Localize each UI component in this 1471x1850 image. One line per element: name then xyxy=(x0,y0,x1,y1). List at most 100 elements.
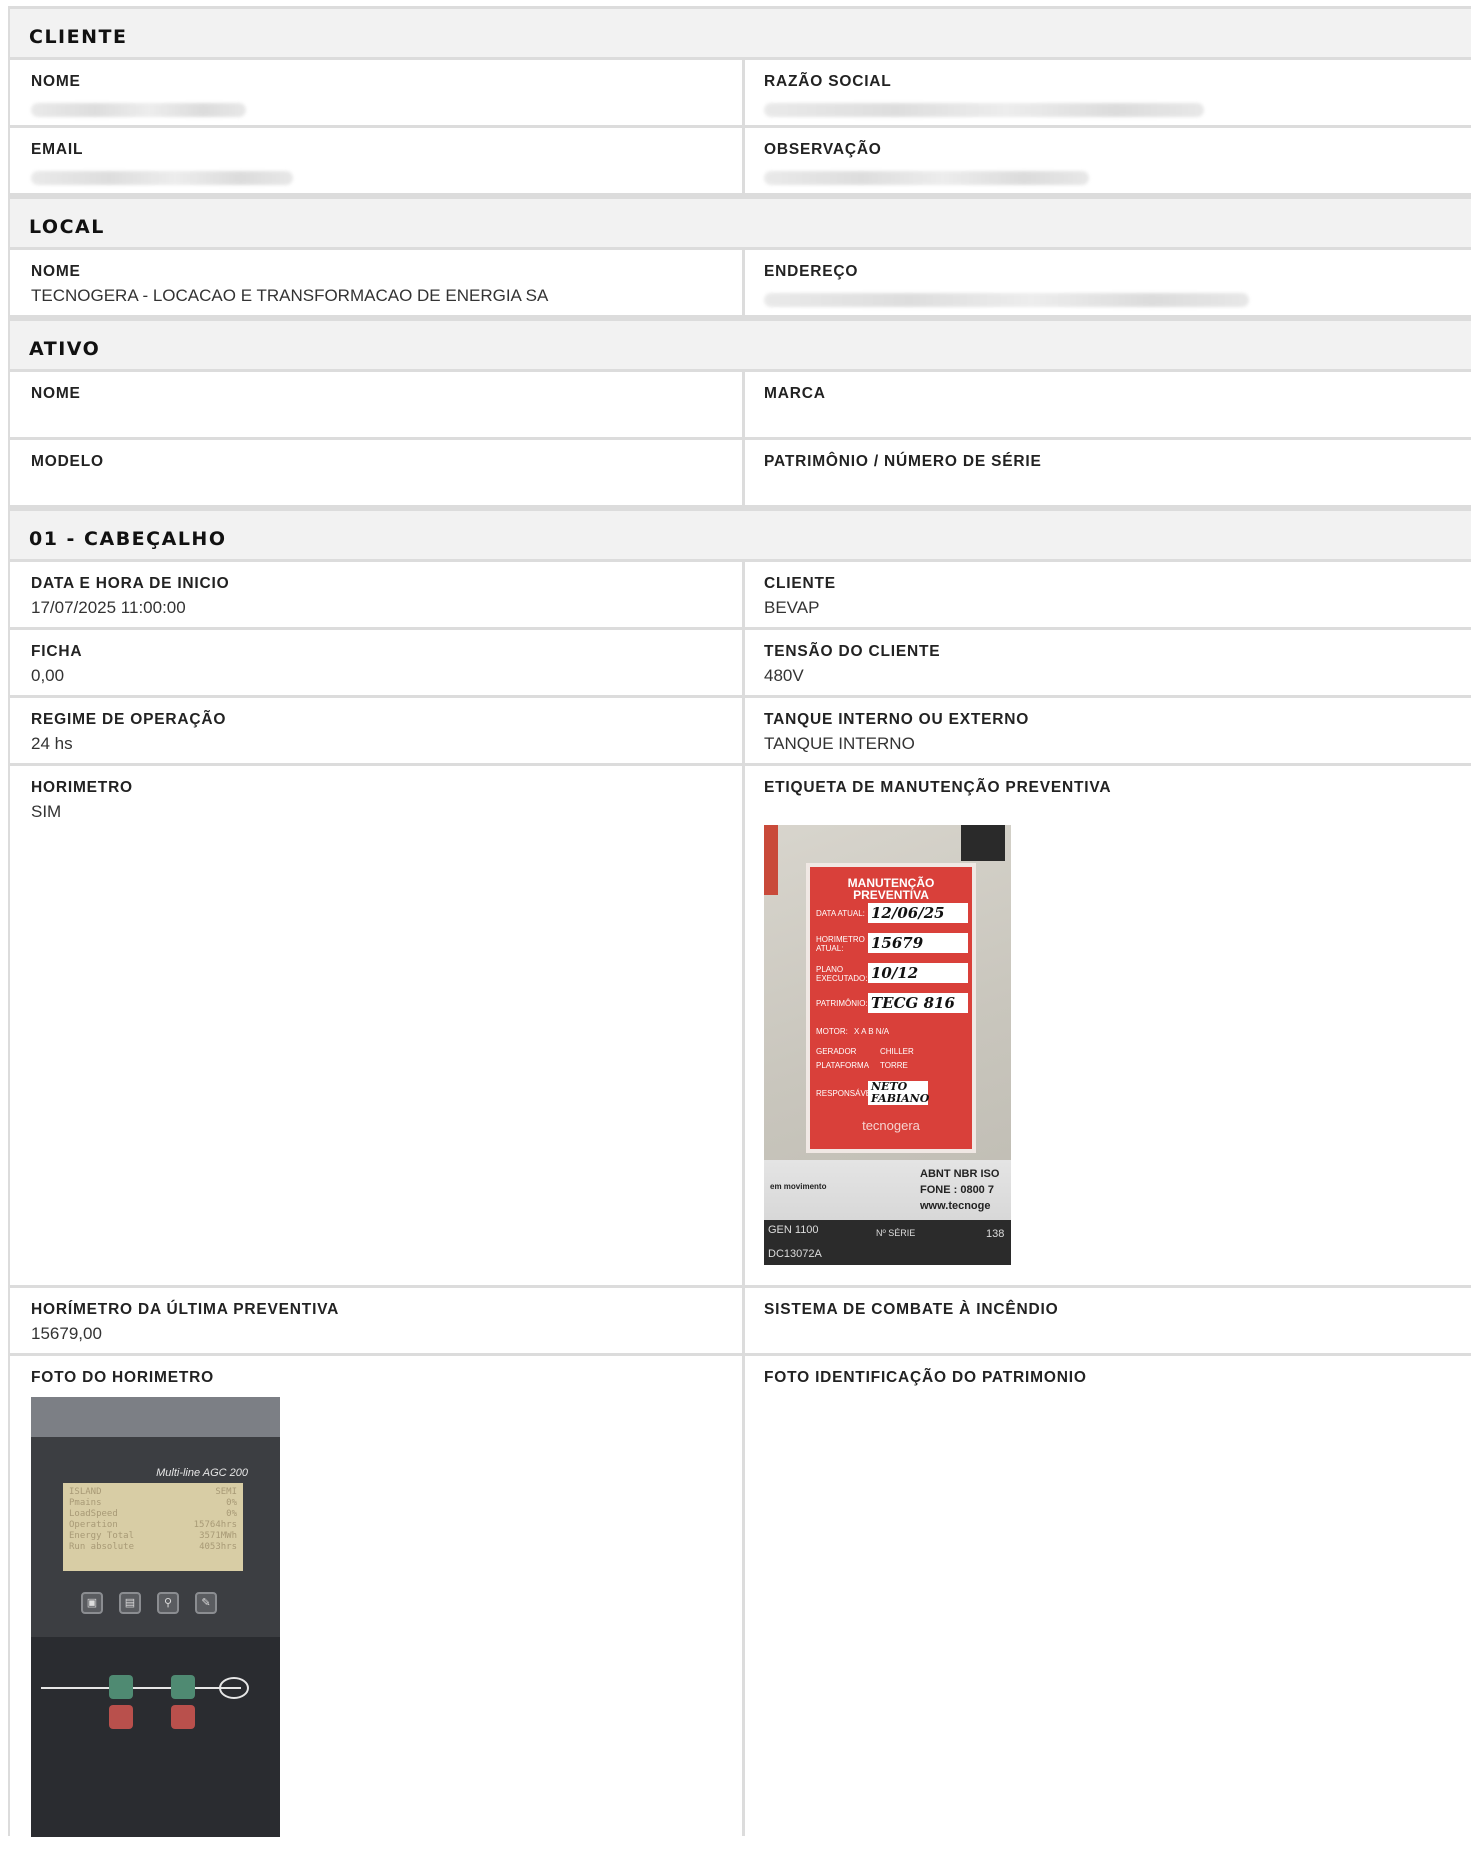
section-cliente-header: CLIENTE xyxy=(10,6,1471,60)
field-label: MARCA xyxy=(764,385,826,402)
field-label: TANQUE INTERNO OU EXTERNO xyxy=(764,711,1030,728)
cliente-observacao-field: OBSERVAÇÃO xyxy=(745,128,1471,193)
tag-value: TECG 816 xyxy=(868,993,968,1013)
cabecalho-row-2: FICHA 0,00 TENSÃO DO CLIENTE 480V xyxy=(10,630,1471,698)
foto-patrimonio-field: FOTO IDENTIFICAÇÃO DO PATRIMONIO xyxy=(745,1356,1471,1836)
lcd-label: ISLAND xyxy=(69,1487,102,1497)
field-value: SIM xyxy=(31,802,62,821)
field-label: HORIMETRO xyxy=(31,779,133,796)
etiqueta-field: ETIQUETA DE MANUTENÇÃO PREVENTIVA MANUTE… xyxy=(745,766,1471,1285)
horimetro-ultima-field: HORÍMETRO DA ÚLTIMA PREVENTIVA 15679,00 xyxy=(10,1288,745,1353)
controller-panel xyxy=(31,1637,280,1837)
regime-field: REGIME DE OPERAÇÃO 24 hs xyxy=(10,698,745,763)
cliente-field: CLIENTE BEVAP xyxy=(745,562,1471,627)
redacted-value xyxy=(31,171,293,185)
lcd-value: 3571MWh xyxy=(199,1531,237,1541)
ativo-modelo-field: MODELO xyxy=(10,440,745,505)
lcd-row: Operation 15764hrs xyxy=(69,1520,237,1531)
redacted-value xyxy=(31,103,246,117)
form-page: CLIENTE NOME RAZÃO SOCIAL EMAIL OBSERVAÇ… xyxy=(8,6,1471,1837)
controller-brand: Multi-line AGC 200 xyxy=(156,1467,248,1479)
breaker-close-icon xyxy=(171,1675,195,1699)
plate-text: 138 xyxy=(986,1228,1005,1240)
controller-top xyxy=(31,1397,280,1437)
tanque-field: TANQUE INTERNO OU EXTERNO TANQUE INTERNO xyxy=(745,698,1471,763)
cabecalho-row-3: REGIME DE OPERAÇÃO 24 hs TANQUE INTERNO … xyxy=(10,698,1471,766)
field-value: 24 hs xyxy=(31,734,73,753)
cabecalho-row-5: HORÍMETRO DA ÚLTIMA PREVENTIVA 15679,00 … xyxy=(10,1288,1471,1356)
lcd-label: Operation xyxy=(69,1520,118,1530)
redacted-value xyxy=(764,103,1204,117)
field-value: 480V xyxy=(764,666,804,685)
tag-label: HORIMETRO ATUAL: xyxy=(816,935,865,953)
section-cabecalho-header: 01 - CABEÇALHO xyxy=(10,508,1471,562)
field-label: SISTEMA DE COMBATE À INCÊNDIO xyxy=(764,1301,1059,1318)
ficha-field: FICHA 0,00 xyxy=(10,630,745,695)
cabecalho-row-6: FOTO DO HORIMETRO Multi-line AGC 200 ISL… xyxy=(10,1356,1471,1837)
mains-icon xyxy=(219,1677,249,1699)
display-key-icon: ▣ xyxy=(81,1592,103,1614)
breaker-close-icon xyxy=(109,1675,133,1699)
lcd-value: 4053hrs xyxy=(199,1542,237,1552)
tag-label: PATRIMÔNIO: xyxy=(816,999,868,1008)
field-label: FICHA xyxy=(31,643,83,660)
field-value: BEVAP xyxy=(764,598,820,617)
cliente-row-2: EMAIL OBSERVAÇÃO xyxy=(10,128,1471,196)
lcd-row: ISLAND SEMI xyxy=(69,1487,237,1498)
log-key-icon: ▤ xyxy=(119,1592,141,1614)
cliente-nome-field: NOME xyxy=(10,60,745,125)
hour-meter-photo[interactable]: Multi-line AGC 200 ISLAND SEMI Pmains 0% L… xyxy=(31,1397,280,1837)
field-value: 17/07/2025 11:00:00 xyxy=(31,598,186,617)
tag-title: MANUTENÇÃO PREVENTIVA xyxy=(847,876,935,902)
field-label: ENDEREÇO xyxy=(764,263,859,280)
field-label: DATA E HORA DE INICIO xyxy=(31,575,230,592)
photo-edge xyxy=(764,825,778,895)
plate-text: DC13072A xyxy=(768,1248,822,1260)
local-nome-field: NOME TECNOGERA - LOCACAO E TRANSFORMACAO… xyxy=(10,250,745,315)
tensao-field: TENSÃO DO CLIENTE 480V xyxy=(745,630,1471,695)
field-value: TANQUE INTERNO xyxy=(764,734,915,753)
redacted-value xyxy=(764,171,1089,185)
cabecalho-row-4: HORIMETRO SIM ETIQUETA DE MANUTENÇÃO PRE… xyxy=(10,766,1471,1288)
search-key-icon: ⚲ xyxy=(157,1592,179,1614)
tag-brand: tecnogera xyxy=(862,1118,920,1133)
field-label: REGIME DE OPERAÇÃO xyxy=(31,711,227,728)
tool-key-icon: ✎ xyxy=(195,1592,217,1614)
field-label: PATRIMÔNIO / NÚMERO DE SÉRIE xyxy=(764,453,1042,470)
field-label: OBSERVAÇÃO xyxy=(764,141,882,158)
field-label: NOME xyxy=(31,263,81,280)
lcd-value: 15764hrs xyxy=(193,1520,237,1530)
equipment-plate: em movimento ABNT NBR ISO FONE : 0800 7 … xyxy=(764,1160,1011,1265)
field-label: RAZÃO SOCIAL xyxy=(764,73,892,90)
plate-text: FONE : 0800 7 xyxy=(920,1184,994,1196)
field-label: TENSÃO DO CLIENTE xyxy=(764,643,941,660)
field-label: ETIQUETA DE MANUTENÇÃO PREVENTIVA xyxy=(764,779,1112,796)
tag-value: 12/06/25 xyxy=(868,903,968,923)
field-value: TECNOGERA - LOCACAO E TRANSFORMACAO DE E… xyxy=(31,286,549,305)
tag-value: 10/12 xyxy=(868,963,968,983)
breaker-open-icon xyxy=(171,1705,195,1729)
lcd-row: LoadSpeed 0% xyxy=(69,1509,237,1520)
maintenance-tag-card: MANUTENÇÃO PREVENTIVA DATA ATUAL: 12/06/… xyxy=(806,863,976,1153)
lcd-label: LoadSpeed xyxy=(69,1509,118,1519)
field-label: NOME xyxy=(31,73,81,90)
local-row-1: NOME TECNOGERA - LOCACAO E TRANSFORMACAO… xyxy=(10,250,1471,318)
local-endereco-field: ENDEREÇO xyxy=(745,250,1471,315)
cliente-row-1: NOME RAZÃO SOCIAL xyxy=(10,60,1471,128)
lcd-row: Energy Total 3571MWh xyxy=(69,1531,237,1542)
tag-option: GERADOR xyxy=(816,1047,857,1056)
breaker-open-icon xyxy=(109,1705,133,1729)
lcd-label: Pmains xyxy=(69,1498,102,1508)
maintenance-tag-photo[interactable]: MANUTENÇÃO PREVENTIVA DATA ATUAL: 12/06/… xyxy=(764,825,1011,1265)
lcd-label: Run absolute xyxy=(69,1542,135,1552)
lcd-value: 0% xyxy=(226,1509,237,1519)
section-local-header: LOCAL xyxy=(10,196,1471,250)
sistema-combate-field: SISTEMA DE COMBATE À INCÊNDIO xyxy=(745,1288,1471,1353)
lcd-row: Pmains 0% xyxy=(69,1498,237,1509)
ativo-marca-field: MARCA xyxy=(745,372,1471,437)
field-label: CLIENTE xyxy=(764,575,836,592)
plate-text: ABNT NBR ISO xyxy=(920,1168,1000,1180)
ativo-patrimonio-field: PATRIMÔNIO / NÚMERO DE SÉRIE xyxy=(745,440,1471,505)
lcd-value: 0% xyxy=(226,1498,237,1508)
tag-label: PLANO EXECUTADO: xyxy=(816,965,868,983)
